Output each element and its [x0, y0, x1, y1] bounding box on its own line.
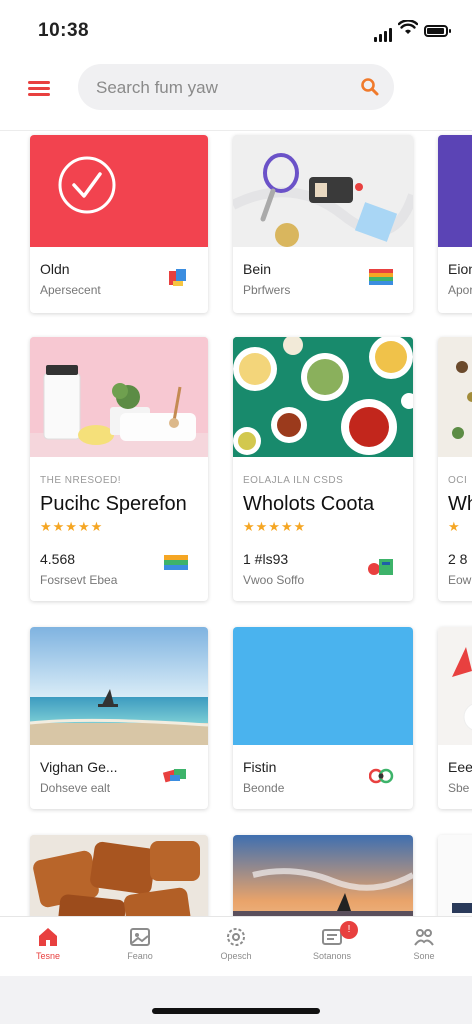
wifi-icon: [398, 20, 418, 34]
search-icon[interactable]: [360, 77, 380, 97]
battery-icon: [424, 25, 451, 37]
profile-icon: [414, 929, 434, 946]
check-circle-icon: [58, 156, 116, 214]
status-time: 10:38: [38, 20, 90, 41]
tab-label: Sotanons: [312, 951, 352, 961]
home-indicator[interactable]: [152, 1008, 320, 1014]
app-badge-icon: [162, 769, 186, 783]
app-badge-icon: [369, 768, 394, 784]
card-stat: 1 #ls93: [243, 551, 289, 567]
flag-badge-icon: [369, 269, 393, 285]
card-title: Wh: [448, 493, 472, 515]
hamburger-icon: [28, 81, 50, 84]
card-title: Vighan Ge...: [40, 759, 118, 775]
toast-thumbnail: [30, 835, 208, 916]
card-eeer[interactable]: Eeer Sbe: [438, 627, 472, 809]
card-wh[interactable]: OCI Wh ★ 2 8 Eow: [438, 337, 472, 601]
notification-badge: !: [340, 921, 358, 939]
card-partial[interactable]: [438, 835, 472, 916]
card-pucihc-sperefon[interactable]: THE NRESOED! Pucihc Sperefon ★★★★★ 4.568…: [30, 337, 208, 601]
card-title: Fistin: [243, 759, 277, 775]
card-title: Wholots Coota: [243, 493, 375, 515]
card-stat-label: Fosrsevt Ebea: [40, 573, 118, 587]
card-wholots-coota[interactable]: EOLAJLA ILN CSDS Wholots Coota ★★★★★ 1 #…: [233, 337, 413, 601]
tab-label: Sone: [413, 951, 435, 961]
card-eion[interactable]: Eion Aporl: [438, 135, 472, 313]
app-header: [0, 60, 472, 131]
card-fistin[interactable]: Fistin Beonde: [233, 627, 413, 809]
search-bar[interactable]: [78, 64, 394, 112]
tab-label: Feano: [127, 951, 153, 961]
signal-icon: [374, 24, 394, 42]
tab-label: Tesne: [35, 951, 61, 961]
card-subtitle: Beonde: [243, 781, 285, 795]
settings-icon: [227, 928, 245, 946]
tab-gallery[interactable]: Feano: [100, 923, 180, 973]
card-toast[interactable]: [30, 835, 208, 916]
food-bowls-thumbnail: [233, 337, 413, 457]
card-kicker: THE NRESOED!: [40, 475, 122, 486]
rating-stars: ★: [448, 519, 461, 534]
rating-stars: ★★★★★: [40, 519, 104, 534]
sunset-thumbnail: [233, 835, 413, 916]
tab-settings[interactable]: Opesch: [196, 923, 276, 973]
card-title: Oldn: [40, 261, 70, 277]
card-subtitle: Dohseve ealt: [40, 781, 111, 795]
card-sunset[interactable]: [233, 835, 413, 916]
card-bein[interactable]: Bein Pbrfwers: [233, 135, 413, 313]
kitchen-thumbnail: [30, 337, 208, 457]
card-subtitle: Apersecent: [40, 283, 101, 297]
home-icon: [39, 928, 57, 946]
gallery-icon: [130, 928, 150, 946]
content-feed[interactable]: Oldn Apersecent Bein Pbrfwers Eio Apor T…: [0, 131, 472, 916]
bottom-tab-bar: Tesne Feano Opesch ! Sotanons Sone: [0, 916, 472, 977]
card-title: Eion: [448, 261, 472, 277]
card-stat: 2 8: [448, 551, 468, 567]
home-indicator-area: [0, 976, 472, 1024]
rating-stars: ★★★★★: [243, 519, 307, 534]
card-title: Bein: [243, 261, 272, 277]
tab-label: Opesch: [220, 951, 252, 961]
card-title: Pucihc Sperefon: [40, 493, 187, 515]
checkmark-thumbnail: [30, 135, 208, 247]
card-kicker: OCI: [448, 475, 468, 486]
card-oldn[interactable]: Oldn Apersecent: [30, 135, 208, 313]
app-badge-icon: [368, 559, 393, 575]
card-subtitle: Sbe: [448, 781, 470, 795]
app-badge-icon: [169, 269, 186, 286]
status-bar: 10:38: [0, 0, 472, 60]
card-vighan[interactable]: Vighan Ge... Dohseve ealt: [30, 627, 208, 809]
search-input[interactable]: [94, 64, 358, 112]
tab-home[interactable]: Tesne: [8, 923, 88, 973]
card-kicker: EOLAJLA ILN CSDS: [243, 475, 344, 486]
card-stat-label: Vwoo Soffo: [243, 573, 305, 587]
blue-thumbnail: [233, 627, 413, 745]
tab-profile[interactable]: Sone: [384, 923, 464, 973]
card-subtitle: Pbrfwers: [243, 283, 291, 297]
desk-thumbnail: [233, 135, 413, 247]
menu-button[interactable]: [28, 78, 50, 98]
card-stat-label: Eow: [448, 573, 472, 587]
tab-notifications[interactable]: ! Sotanons: [292, 921, 372, 973]
card-subtitle: Aporl: [448, 283, 472, 297]
card-title: Eeer: [448, 759, 472, 775]
card-stat: 4.568: [40, 551, 76, 567]
beach-thumbnail: [30, 627, 208, 745]
flag-badge-icon: [164, 555, 188, 570]
